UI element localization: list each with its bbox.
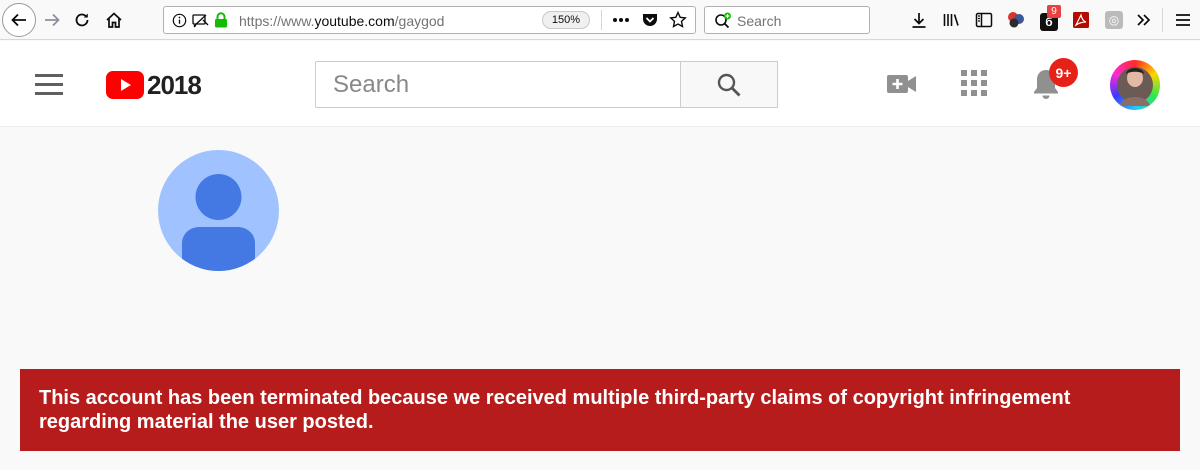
youtube-search-input[interactable]: Search <box>315 61 681 108</box>
back-arrow-icon <box>11 13 26 27</box>
extension-gray-icon: ◎ <box>1105 11 1123 29</box>
video-camera-plus-icon <box>887 75 916 93</box>
extension-badge: 9 <box>1047 5 1061 18</box>
youtube-search-button[interactable] <box>680 61 778 108</box>
double-chevron-icon <box>1137 14 1151 26</box>
reload-button[interactable] <box>66 4 98 36</box>
home-icon <box>106 12 122 28</box>
page-actions-icon[interactable] <box>612 17 630 23</box>
browser-search-field[interactable]: Search <box>704 6 870 34</box>
url-bar-divider <box>601 10 602 30</box>
forward-button[interactable] <box>36 4 68 36</box>
browser-toolbar: https://www.youtube.com/gaygod 150% Sear… <box>0 0 1200 40</box>
default-user-icon <box>182 174 255 271</box>
extension-colors-button[interactable] <box>1005 9 1027 31</box>
account-avatar-button[interactable] <box>1110 60 1160 110</box>
library-icon <box>943 14 959 26</box>
toolbar-divider <box>1162 8 1163 32</box>
notification-count-badge: 9+ <box>1049 58 1078 87</box>
search-engine-icon <box>715 12 731 29</box>
overflow-menu-button[interactable] <box>1133 9 1155 31</box>
menu-icon <box>1176 14 1190 26</box>
extension-gray-button[interactable]: ◎ <box>1103 9 1125 31</box>
youtube-masthead: 2018 Search 9+ <box>0 41 1200 127</box>
forward-arrow-icon <box>45 13 60 27</box>
guide-button[interactable] <box>33 69 67 99</box>
color-orbs-icon <box>1008 12 1024 28</box>
bookmark-star-icon[interactable] <box>669 11 687 29</box>
pdf-extension-button[interactable] <box>1070 9 1092 31</box>
sidebar-button[interactable] <box>973 9 995 31</box>
hamburger-menu-button[interactable] <box>1172 9 1194 31</box>
youtube-play-icon <box>106 71 144 99</box>
lock-icon <box>215 12 227 28</box>
upload-video-button[interactable] <box>886 70 918 98</box>
hamburger-icon <box>35 74 63 95</box>
apps-button[interactable] <box>961 70 987 96</box>
account-terminated-banner: This account has been terminated because… <box>20 369 1180 451</box>
channel-avatar <box>158 150 279 271</box>
download-icon <box>912 13 926 28</box>
url-path: /gaygod <box>394 13 445 29</box>
extension-counter-button[interactable]: б 9 <box>1038 5 1061 31</box>
youtube-logo[interactable]: 2018 <box>106 70 216 100</box>
reload-icon <box>75 13 89 27</box>
zoom-indicator[interactable]: 150% <box>542 11 590 29</box>
pdf-icon <box>1073 12 1089 28</box>
home-button[interactable] <box>98 4 130 36</box>
url-domain: youtube.com <box>314 13 395 29</box>
browser-search-placeholder: Search <box>737 13 782 29</box>
library-button[interactable] <box>940 9 962 31</box>
back-button[interactable] <box>2 3 36 37</box>
info-icon <box>172 13 187 28</box>
search-icon <box>717 73 741 96</box>
url-text[interactable]: https://www.youtube.com/gaygod <box>239 13 444 29</box>
downloads-button[interactable] <box>908 9 930 31</box>
sidebar-icon <box>975 12 993 28</box>
url-prefix: https://www. <box>239 13 315 29</box>
logo-year-text: 2018 <box>147 70 202 100</box>
avatar-photo-icon <box>1117 67 1153 106</box>
blocked-media-icon <box>192 14 209 28</box>
apps-grid-icon <box>961 70 987 96</box>
url-bar[interactable]: https://www.youtube.com/gaygod 150% <box>163 6 696 34</box>
pocket-icon[interactable] <box>642 12 658 28</box>
